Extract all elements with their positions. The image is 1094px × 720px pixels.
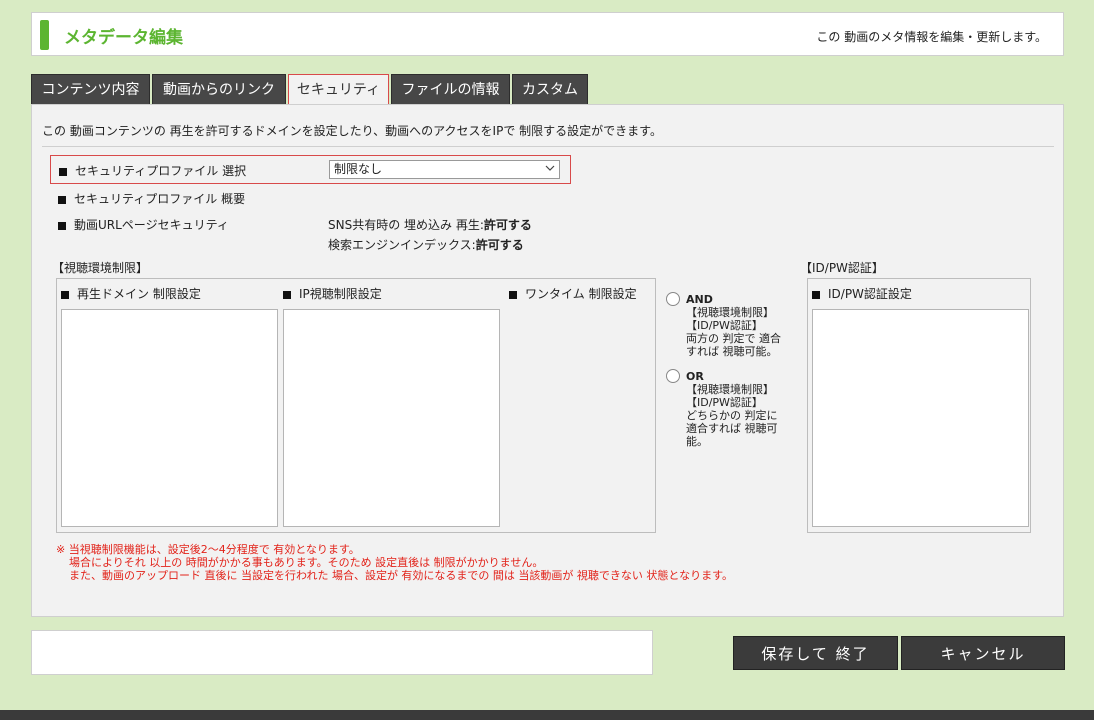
tab-custom[interactable]: カスタム (512, 74, 588, 104)
page-header: メタデータ編集 この 動画のメタ情報を編集・更新します。 (31, 12, 1064, 56)
bullet-square-icon (58, 195, 66, 204)
bullet-square-icon (59, 167, 67, 176)
or-title: OR (686, 370, 704, 383)
and-option[interactable]: AND 【視聴環境制限】 【ID/PW認証】 両方の 判定で 適合 すれば 視聴… (666, 292, 781, 358)
security-profile-select-label: セキュリティプロファイル 選択 (59, 162, 246, 179)
and-line: 【ID/PW認証】 (686, 319, 763, 332)
bullet-square-icon (283, 290, 291, 299)
bullet-square-icon (812, 290, 820, 299)
idpw-section-title: 【ID/PW認証】 (800, 261, 884, 275)
window-bottom-strip (0, 710, 1094, 720)
and-line: 【視聴環境制限】 (686, 306, 774, 319)
ip-restriction-label: IP視聴制限設定 (283, 285, 382, 302)
domain-restriction-label: 再生ドメイン 制限設定 (61, 285, 201, 302)
note-line: 場合によりそれ 以上の 時間がかかる事もあります。そのため 設定直後は 制限がか… (69, 556, 544, 569)
idpw-settings-label: ID/PW認証設定 (812, 285, 912, 302)
viewing-env-section-title: 【視聴環境制限】 (52, 261, 149, 275)
security-profile-dropdown[interactable]: 制限なし (329, 160, 560, 179)
tab-contents[interactable]: コンテンツ内容 (31, 74, 150, 104)
and-line: すれば 視聴可能。 (686, 345, 778, 358)
sns-embed-setting: SNS共有時の 埋め込み 再生:許可する (328, 218, 532, 232)
and-title: AND (686, 293, 713, 306)
idpw-box: ID/PW認証設定 (807, 278, 1031, 533)
divider (42, 146, 1054, 147)
or-line: 適合すれば 視聴可 (686, 422, 778, 435)
chevron-down-icon (545, 165, 555, 171)
viewing-env-box: 再生ドメイン 制限設定 IP視聴制限設定 ワンタイム 制限設定 (56, 278, 656, 533)
note-line: また、動画のアップロード 直後に 当設定を行われた 場合、設定が 有効になるまで… (69, 569, 733, 582)
search-index-setting: 検索エンジンインデックス:許可する (328, 238, 524, 252)
save-and-close-button[interactable]: 保存して 終了 (733, 636, 898, 670)
security-panel: この 動画コンテンツの 再生を許可するドメインを設定したり、動画へのアクセスをI… (31, 104, 1064, 617)
security-profile-select-row: セキュリティプロファイル 選択 制限なし (50, 155, 571, 184)
or-radio[interactable] (666, 369, 680, 383)
bullet-square-icon (58, 221, 66, 230)
security-profile-summary-label: セキュリティプロファイル 概要 (58, 190, 245, 207)
ip-restriction-list[interactable] (283, 309, 500, 527)
idpw-settings-list[interactable] (812, 309, 1029, 527)
footer-message-box (31, 630, 653, 675)
header-accent-bar (40, 20, 49, 50)
tab-links-from-video[interactable]: 動画からのリンク (152, 74, 286, 104)
page-description: この 動画のメタ情報を編集・更新します。 (816, 30, 1047, 44)
security-profile-value: 制限なし (334, 162, 383, 176)
or-line: どちらかの 判定に (686, 409, 778, 422)
sns-embed-value: 許可する (483, 218, 532, 232)
or-line: 【ID/PW認証】 (686, 396, 763, 409)
bullet-square-icon (509, 290, 517, 299)
restriction-notes: ※ 当視聴制限機能は、設定後2～4分程度で 有効となります。 場合によりそれ 以… (56, 543, 733, 582)
or-line: 【視聴環境制限】 (686, 383, 774, 396)
note-line: ※ 当視聴制限機能は、設定後2～4分程度で 有効となります。 (56, 543, 360, 556)
onetime-restriction-label: ワンタイム 制限設定 (509, 285, 637, 302)
or-option[interactable]: OR 【視聴環境制限】 【ID/PW認証】 どちらかの 判定に 適合すれば 視聴… (666, 369, 778, 448)
url-page-security-label: 動画URLページセキュリティ (58, 216, 229, 233)
or-line: 能。 (686, 435, 708, 448)
and-line: 両方の 判定で 適合 (686, 332, 781, 345)
bullet-square-icon (61, 290, 69, 299)
search-index-value: 許可する (475, 238, 524, 252)
tab-security[interactable]: セキュリティ (288, 74, 389, 106)
domain-restriction-list[interactable] (61, 309, 278, 527)
page-title: メタデータ編集 (64, 28, 183, 48)
cancel-button[interactable]: キャンセル (901, 636, 1065, 670)
tab-file-info[interactable]: ファイルの情報 (391, 74, 510, 104)
and-radio[interactable] (666, 292, 680, 306)
security-intro-text: この 動画コンテンツの 再生を許可するドメインを設定したり、動画へのアクセスをI… (42, 124, 662, 138)
